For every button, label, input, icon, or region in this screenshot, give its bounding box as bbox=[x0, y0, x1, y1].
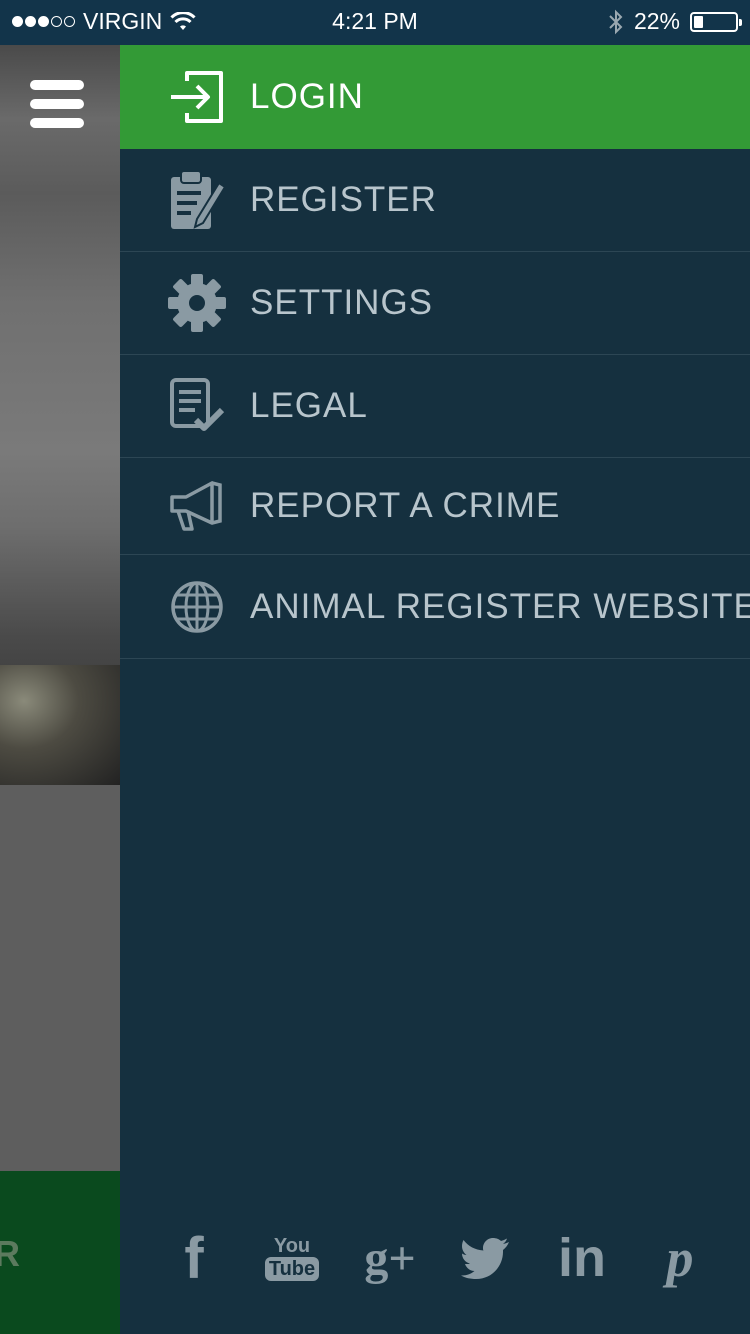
background-app: R bbox=[0, 45, 120, 1334]
document-check-icon bbox=[166, 375, 228, 437]
login-icon bbox=[166, 66, 228, 128]
twitter-icon[interactable] bbox=[456, 1223, 516, 1293]
menu-item-label: ANIMAL REGISTER WEBSITE bbox=[250, 586, 750, 626]
background-photo bbox=[0, 45, 120, 785]
battery-percent: 22% bbox=[633, 8, 680, 34]
menu-item-login[interactable]: LOGIN bbox=[120, 45, 750, 149]
status-right: 22% bbox=[608, 8, 742, 35]
menu-item-label: REGISTER bbox=[250, 180, 437, 219]
background-bottom-button[interactable]: R bbox=[0, 1171, 120, 1334]
menu-item-animal-register-website[interactable]: ANIMAL REGISTER WEBSITE bbox=[120, 555, 750, 659]
menu-item-label: SETTINGS bbox=[250, 283, 434, 322]
status-bar: VIRGIN 4:21 PM 22% bbox=[0, 0, 750, 45]
globe-icon bbox=[166, 576, 228, 638]
battery-icon bbox=[690, 11, 742, 32]
background-content bbox=[0, 785, 120, 1171]
battery-level bbox=[694, 15, 703, 28]
background-photo-animal bbox=[0, 665, 120, 785]
bluetooth-icon bbox=[609, 9, 623, 34]
menu-item-register[interactable]: REGISTER bbox=[120, 149, 750, 252]
social-links: f You Tube g+ in p bbox=[120, 1223, 750, 1293]
side-drawer: LOGIN REGISTER SETTINGS LEGAL REPORT A C… bbox=[120, 45, 750, 1334]
menu-item-label: REPORT A CRIME bbox=[250, 486, 561, 525]
google-plus-icon[interactable]: g+ bbox=[360, 1223, 420, 1293]
menu-item-settings[interactable]: SETTINGS bbox=[120, 252, 750, 355]
menu-item-report-a-crime[interactable]: REPORT A CRIME bbox=[120, 458, 750, 555]
gear-icon bbox=[166, 272, 228, 334]
facebook-icon[interactable]: f bbox=[164, 1223, 224, 1293]
megaphone-icon bbox=[166, 475, 228, 537]
pinterest-icon[interactable]: p bbox=[650, 1223, 710, 1293]
menu-item-legal[interactable]: LEGAL bbox=[120, 355, 750, 458]
background-button-label: R bbox=[0, 1233, 20, 1274]
linkedin-icon[interactable]: in bbox=[552, 1223, 612, 1293]
clipboard-icon bbox=[166, 169, 228, 231]
youtube-icon[interactable]: You Tube bbox=[262, 1223, 322, 1293]
menu-item-label: LOGIN bbox=[250, 77, 364, 116]
menu-item-label: LEGAL bbox=[250, 386, 368, 425]
hamburger-menu-icon[interactable] bbox=[30, 80, 84, 130]
